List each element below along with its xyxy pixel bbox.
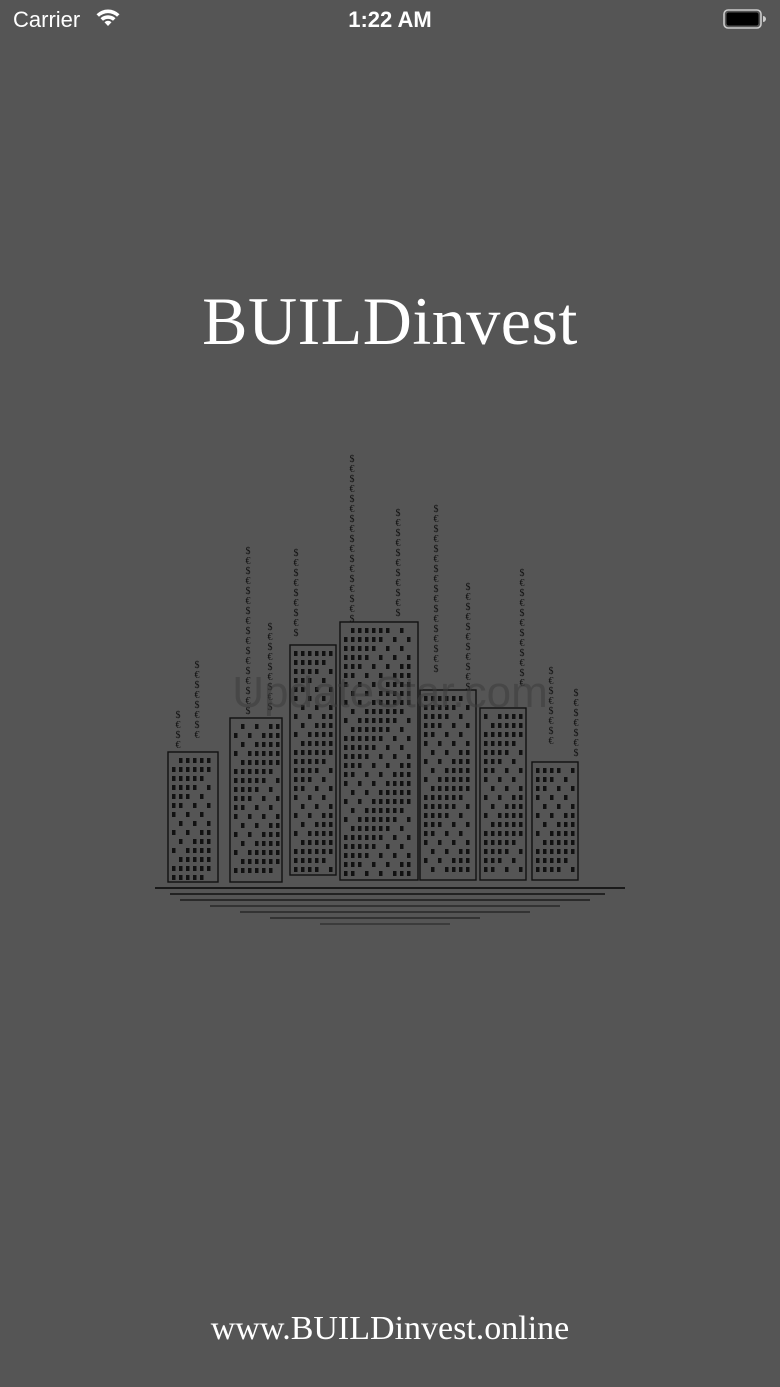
svg-text:$: $ (396, 608, 401, 619)
svg-text:$: $ (294, 628, 299, 639)
svg-text:$: $ (350, 614, 355, 625)
battery-icon (723, 9, 766, 29)
status-bar: Carrier 1:22 AM (0, 0, 780, 40)
svg-text:€: € (195, 730, 200, 741)
status-time: 1:22 AM (348, 7, 432, 32)
svg-text:€: € (176, 740, 181, 751)
svg-text:$: $ (574, 748, 579, 759)
app-title: BUILDinvest (202, 283, 578, 359)
website-url: www.BUILDinvest.online (210, 1310, 570, 1347)
watermark: UpdateStar.com (232, 668, 548, 717)
svg-text:€: € (549, 736, 554, 747)
